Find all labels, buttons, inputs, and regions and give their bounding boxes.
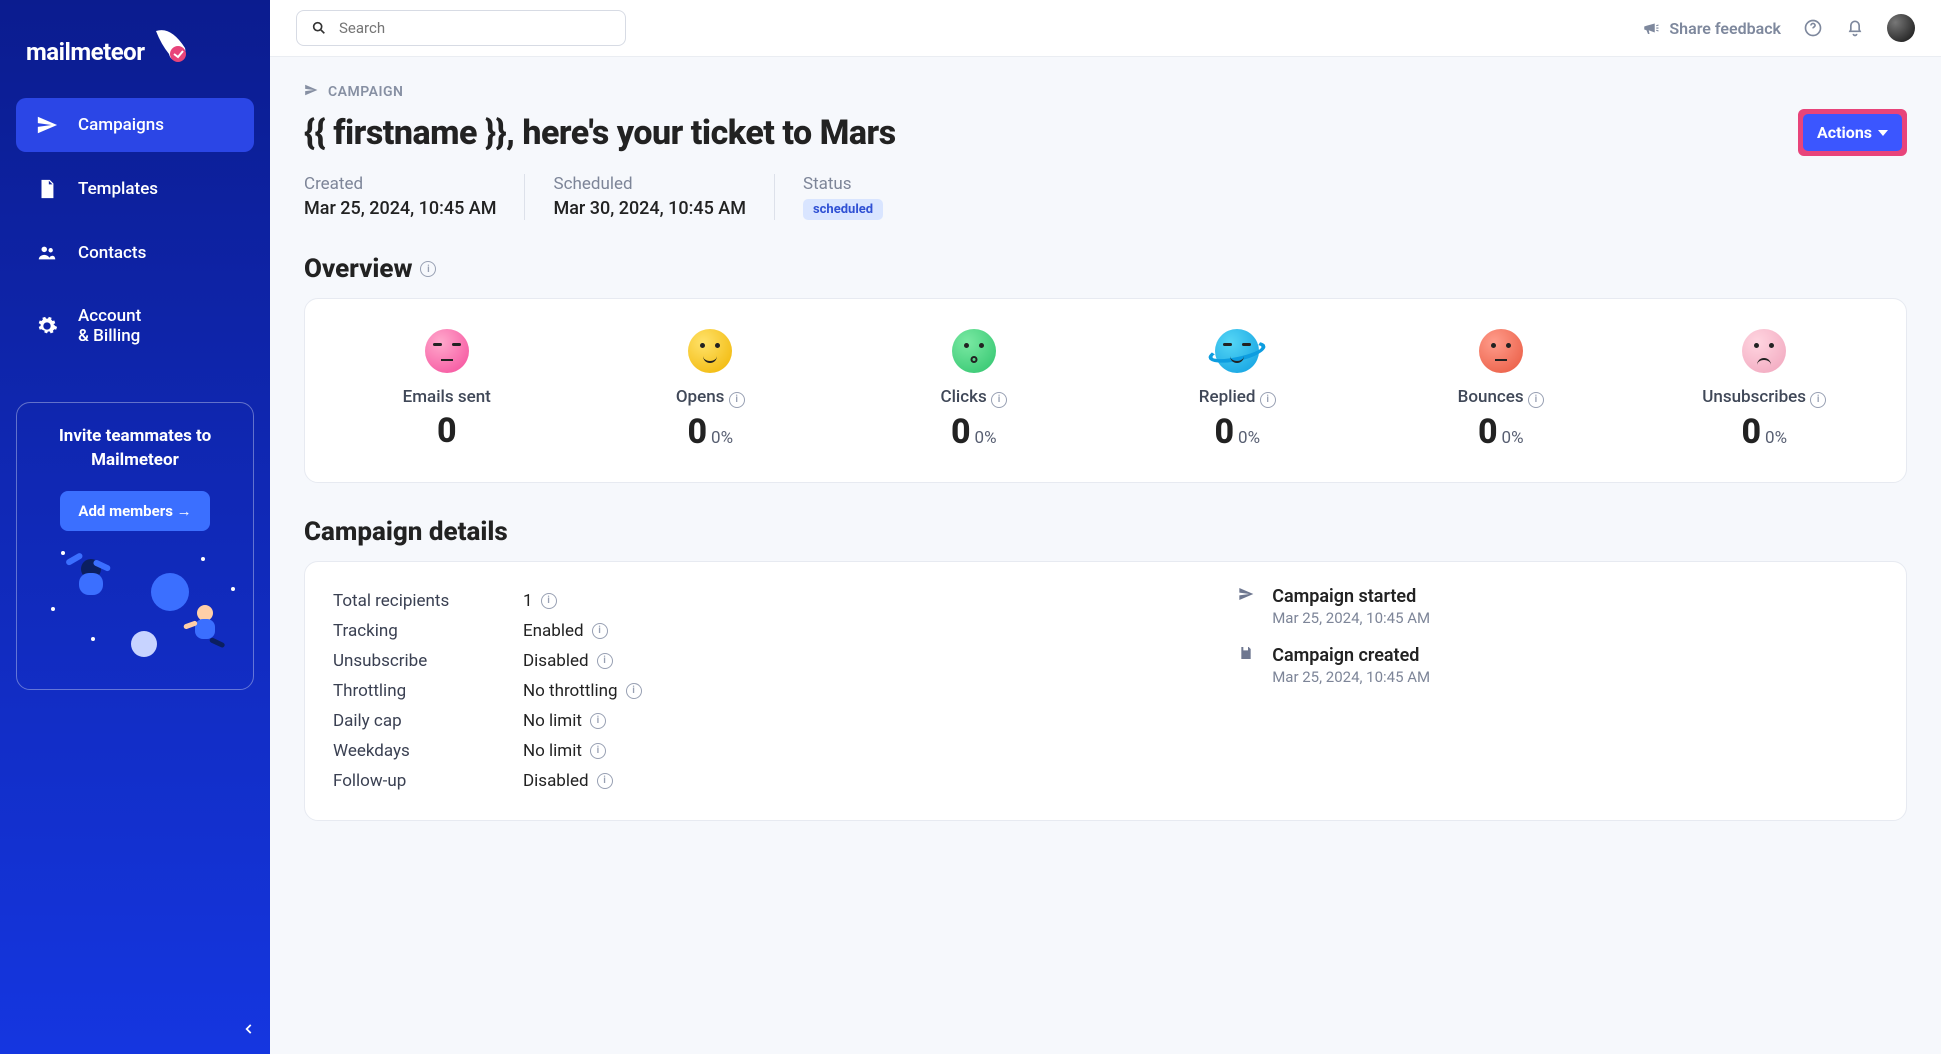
stat-unsubscribes: Unsubscribes i 00% [1633,329,1897,452]
status-badge: scheduled [803,199,883,220]
detail-row: Total recipients1i [333,586,1198,616]
detail-row: UnsubscribeDisabledi [333,646,1198,676]
send-icon [304,83,318,101]
sidebar-item-label: Account & Billing [78,306,141,346]
details-card: Total recipients1i TrackingEnabledi Unsu… [304,561,1907,821]
content: CAMPAIGN {{ firstname }}, here's your ti… [270,57,1941,847]
meta-created: Created Mar 25, 2024, 10:45 AM [304,174,524,220]
search-input[interactable] [339,19,613,37]
stat-replied: Replied i 00% [1106,329,1370,452]
brand-name: mailmeteor [26,38,145,66]
sidebar-item-account-billing[interactable]: Account & Billing [16,290,254,362]
sidebar-item-campaigns[interactable]: Campaigns [16,98,254,152]
people-icon [36,242,58,264]
nav: Campaigns Templates Contacts Account & B… [16,98,254,362]
face-icon [688,329,732,373]
topbar-right: Share feedback [1641,14,1915,42]
info-icon[interactable]: i [590,713,606,729]
add-members-button[interactable]: Add members → [60,491,209,531]
overview-heading: Overview i [304,254,1907,284]
info-icon[interactable]: i [590,743,606,759]
overview-card: Emails sent 0 Opens i 00% Clicks i 00% R… [304,298,1907,483]
invite-title: Invite teammates to Mailmeteor [31,425,239,473]
info-icon[interactable]: i [420,261,436,277]
chevron-down-icon [1878,130,1888,136]
sidebar-item-label: Templates [78,179,158,199]
timeline-item: Campaign createdMar 25, 2024, 10:45 AM [1238,645,1878,686]
actions-highlight: Actions [1798,109,1907,156]
logo[interactable]: mailmeteor [16,22,254,98]
document-icon [36,178,58,200]
info-icon[interactable]: i [1810,392,1826,408]
info-icon[interactable]: i [729,392,745,408]
info-icon[interactable]: i [626,683,642,699]
timeline: Campaign startedMar 25, 2024, 10:45 AM C… [1238,586,1878,796]
face-icon [425,329,469,373]
detail-row: TrackingEnabledi [333,616,1198,646]
stat-opens: Opens i 00% [579,329,843,452]
face-icon [1215,329,1259,373]
info-icon[interactable]: i [592,623,608,639]
info-icon[interactable]: i [597,773,613,789]
invite-card: Invite teammates to Mailmeteor Add membe… [16,402,254,690]
gear-icon [36,315,58,337]
topbar: Share feedback [270,0,1941,57]
info-icon[interactable]: i [541,593,557,609]
search-box[interactable] [296,10,626,46]
face-icon [952,329,996,373]
details-list: Total recipients1i TrackingEnabledi Unsu… [333,586,1198,796]
megaphone-icon [1641,18,1661,38]
face-icon [1742,329,1786,373]
meteor-icon [151,26,191,66]
info-icon[interactable]: i [1260,392,1276,408]
meta-row: Created Mar 25, 2024, 10:45 AM Scheduled… [304,174,1907,220]
detail-row: ThrottlingNo throttlingi [333,676,1198,706]
send-icon [36,114,58,136]
sidebar-item-contacts[interactable]: Contacts [16,226,254,280]
sidebar-item-label: Campaigns [78,115,164,135]
detail-row: WeekdaysNo limiti [333,736,1198,766]
info-icon[interactable]: i [1528,392,1544,408]
search-icon [309,18,329,38]
info-icon[interactable]: i [991,392,1007,408]
timeline-item: Campaign startedMar 25, 2024, 10:45 AM [1238,586,1878,627]
breadcrumb: CAMPAIGN [304,83,1907,101]
actions-button[interactable]: Actions [1803,114,1902,151]
main: Share feedback CAMPAIGN {{ firstname }},… [270,0,1941,1054]
page-title: {{ firstname }}, here's your ticket to M… [304,113,896,153]
face-icon [1479,329,1523,373]
share-feedback-label: Share feedback [1669,19,1781,38]
invite-illustration [31,537,239,667]
share-feedback-button[interactable]: Share feedback [1641,18,1781,38]
send-icon [1238,586,1258,627]
meta-status: Status scheduled [774,174,911,220]
stat-bounces: Bounces i 00% [1369,329,1633,452]
sidebar-item-templates[interactable]: Templates [16,162,254,216]
sidebar: mailmeteor Campaigns Templates Contacts … [0,0,270,1054]
avatar[interactable] [1887,14,1915,42]
title-row: {{ firstname }}, here's your ticket to M… [304,109,1907,156]
sidebar-item-label: Contacts [78,243,146,263]
detail-row: Daily capNo limiti [333,706,1198,736]
detail-row: Follow-upDisabledi [333,766,1198,796]
bell-icon[interactable] [1845,18,1865,38]
collapse-sidebar-icon[interactable] [242,1021,256,1040]
info-icon[interactable]: i [597,653,613,669]
stat-clicks: Clicks i 00% [842,329,1106,452]
stat-emails-sent: Emails sent 0 [315,329,579,452]
breadcrumb-label: CAMPAIGN [328,84,403,100]
meta-scheduled: Scheduled Mar 30, 2024, 10:45 AM [524,174,773,220]
details-heading: Campaign details [304,517,1907,547]
save-icon [1238,645,1258,686]
help-icon[interactable] [1803,18,1823,38]
